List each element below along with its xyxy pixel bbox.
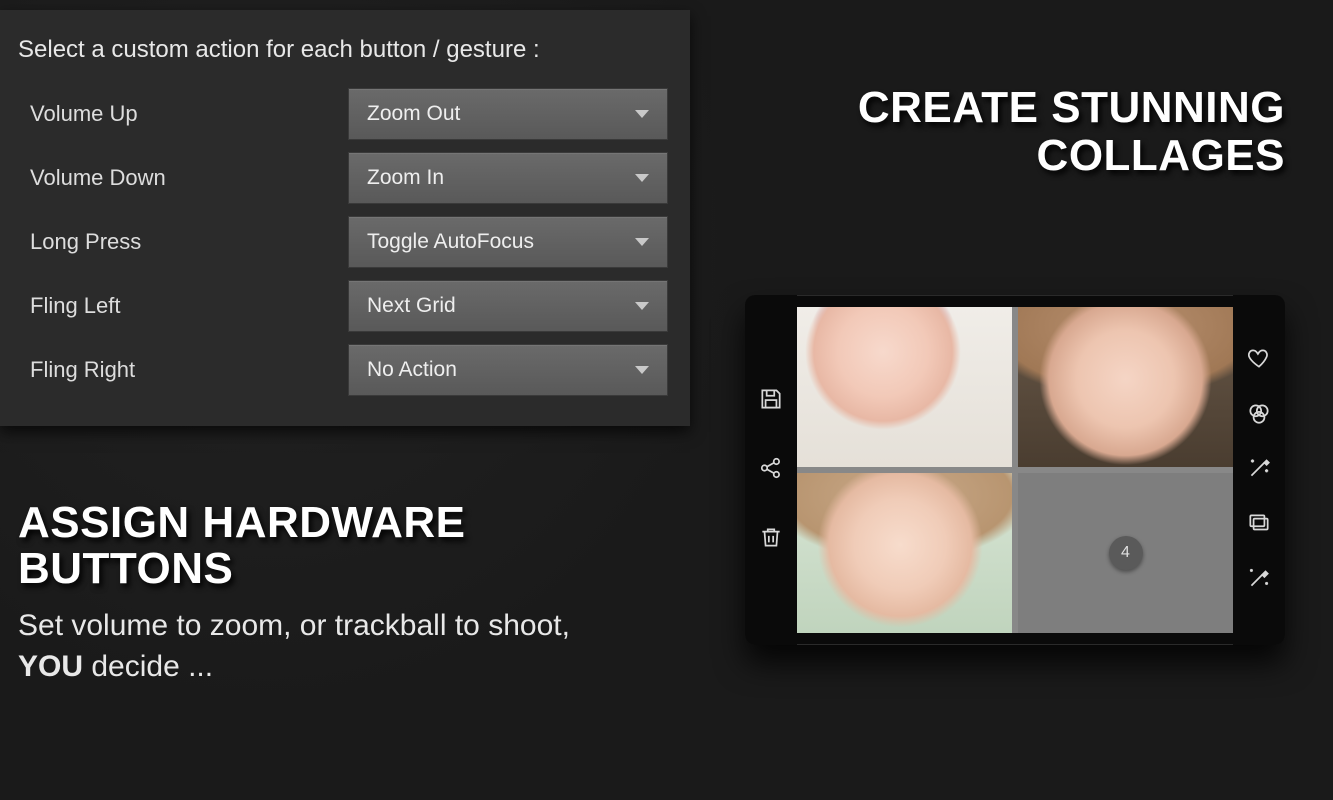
setting-label: Volume Down: [18, 165, 348, 191]
trash-icon[interactable]: [758, 524, 784, 555]
dropdown-value: Zoom In: [367, 166, 444, 190]
hardware-buttons-settings-panel: Select a custom action for each button /…: [0, 10, 690, 426]
collage-slot-3[interactable]: [797, 473, 1012, 633]
headline-line2: COLLAGES: [1037, 131, 1285, 180]
dropdown-volume-up[interactable]: Zoom Out: [348, 88, 668, 140]
headline-line1: ASSIGN HARDWARE: [18, 498, 466, 547]
setting-row-volume-down: Volume Down Zoom In: [18, 152, 672, 204]
chevron-down-icon: [635, 302, 649, 310]
dropdown-long-press[interactable]: Toggle AutoFocus: [348, 216, 668, 268]
dropdown-fling-right[interactable]: No Action: [348, 344, 668, 396]
collage-grid: 4: [797, 307, 1233, 633]
setting-label: Fling Left: [18, 293, 348, 319]
setting-label: Fling Right: [18, 357, 348, 383]
save-icon[interactable]: [758, 386, 784, 417]
dropdown-fling-left[interactable]: Next Grid: [348, 280, 668, 332]
left-toolbar: [745, 295, 797, 645]
right-toolbar: [1233, 295, 1285, 645]
headline-title: ASSIGN HARDWARE BUTTONS: [18, 500, 618, 592]
slot-number-badge: 4: [1109, 536, 1143, 570]
chevron-down-icon: [635, 238, 649, 246]
setting-label: Volume Up: [18, 101, 348, 127]
headline-title: CREATE STUNNING COLLAGES: [858, 84, 1285, 181]
subtitle-strong: YOU: [18, 650, 83, 683]
headline-line1: CREATE STUNNING: [858, 83, 1285, 132]
dropdown-value: Toggle AutoFocus: [367, 230, 534, 254]
chevron-down-icon: [635, 110, 649, 118]
dropdown-value: Next Grid: [367, 294, 456, 318]
create-collages-headline: CREATE STUNNING COLLAGES: [858, 84, 1285, 181]
headline-line2: BUTTONS: [18, 544, 233, 593]
setting-row-fling-right: Fling Right No Action: [18, 344, 672, 396]
dropdown-volume-down[interactable]: Zoom In: [348, 152, 668, 204]
assign-hardware-headline: ASSIGN HARDWARE BUTTONS Set volume to zo…: [18, 500, 618, 687]
setting-row-fling-left: Fling Left Next Grid: [18, 280, 672, 332]
settings-panel-title: Select a custom action for each button /…: [18, 36, 672, 64]
collage-editor-preview: 4: [745, 295, 1285, 645]
dropdown-value: Zoom Out: [367, 102, 460, 126]
magic-wand-icon[interactable]: [1246, 455, 1272, 486]
subtitle-pre: Set volume to zoom, or trackball to shoo…: [18, 609, 570, 642]
subtitle-post: decide ...: [83, 650, 213, 683]
setting-label: Long Press: [18, 229, 348, 255]
customize-icon[interactable]: [1246, 565, 1272, 596]
chevron-down-icon: [635, 174, 649, 182]
layers-icon[interactable]: [1246, 510, 1272, 541]
setting-row-long-press: Long Press Toggle AutoFocus: [18, 216, 672, 268]
collage-slot-2[interactable]: [1018, 307, 1233, 467]
dropdown-value: No Action: [367, 358, 457, 382]
setting-row-volume-up: Volume Up Zoom Out: [18, 88, 672, 140]
heart-icon[interactable]: [1246, 345, 1272, 376]
filters-icon[interactable]: [1246, 400, 1272, 431]
headline-subtitle: Set volume to zoom, or trackball to shoo…: [18, 606, 618, 687]
chevron-down-icon: [635, 366, 649, 374]
collage-slot-4-empty[interactable]: 4: [1018, 473, 1233, 633]
collage-slot-1[interactable]: [797, 307, 1012, 467]
share-icon[interactable]: [758, 455, 784, 486]
